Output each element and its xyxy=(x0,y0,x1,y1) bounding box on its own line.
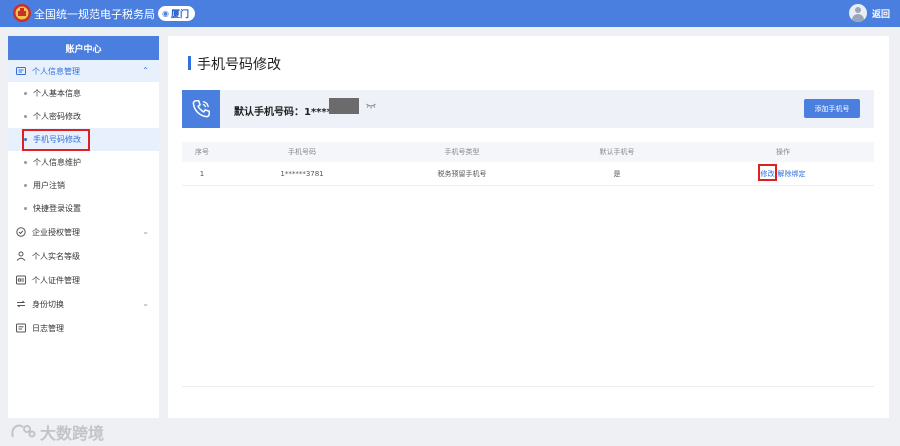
watermark-text: 大数跨境 xyxy=(40,424,105,443)
phone-table: 序号 手机号码 手机号类型 默认手机号 操作 1 1******3781 税务预… xyxy=(182,142,874,186)
main-panel: 手机号码修改 默认手机号码：1***** 添加手机号 序号 手机号码 手机号类型… xyxy=(168,36,889,418)
check-circle-icon xyxy=(16,227,26,237)
sidebar-group-label: 企业授权管理 xyxy=(32,227,80,237)
sidebar-group-label: 个人实名等级 xyxy=(32,251,80,261)
sidebar-item-label: 个人基本信息 xyxy=(33,89,81,98)
sidebar-item-basic-info[interactable]: 个人基本信息 xyxy=(8,82,159,105)
table-row: 1 1******3781 税务预留手机号 是 修改 解除绑定 xyxy=(182,162,874,186)
sidebar-item-deregister[interactable]: 用户注销 xyxy=(8,174,159,197)
sidebar-group-certificate[interactable]: 个人证件管理 xyxy=(8,268,159,292)
bullet-icon xyxy=(24,115,27,118)
operation-links: 修改 解除绑定 xyxy=(757,163,806,181)
table-header: 序号 手机号码 手机号类型 默认手机号 操作 xyxy=(182,142,874,162)
top-bar: 全国统一规范电子税务局 ◉ 厦门 返回 xyxy=(0,0,900,27)
sidebar-group-label: 个人证件管理 xyxy=(32,275,80,285)
sidebar-item-label: 个人信息维护 xyxy=(33,158,81,167)
row-phone: 1******3781 xyxy=(280,169,324,178)
avatar[interactable] xyxy=(849,4,867,22)
default-phone-label: 默认手机号码：1***** xyxy=(234,107,338,118)
sidebar-group-label: 个人信息管理 xyxy=(32,66,80,76)
column-header: 操作 xyxy=(776,148,790,156)
chevron-up-icon: ⌃ xyxy=(142,66,149,75)
phone-icon xyxy=(182,90,220,128)
row-type: 税务预留手机号 xyxy=(437,169,487,178)
sidebar-group-enterprise-auth[interactable]: 企业授权管理 ⌄ xyxy=(8,220,159,244)
row-default: 是 xyxy=(613,169,621,178)
default-phone-card: 默认手机号码：1***** 添加手机号 xyxy=(182,90,874,128)
row-index: 1 xyxy=(199,169,205,178)
sidebar-group-label: 身份切换 xyxy=(32,299,64,309)
sidebar-group-realname-level[interactable]: 个人实名等级 xyxy=(8,244,159,268)
column-header: 序号 xyxy=(195,148,209,156)
highlight-box xyxy=(22,129,90,151)
site-title: 全国统一规范电子税务局 xyxy=(34,8,155,21)
avatar-body-icon xyxy=(852,14,864,22)
city-label: 厦门 xyxy=(170,10,189,20)
sidebar: 账户中心 个人信息管理 ⌃ 个人基本信息 个人密码修改 手机号码修改 个人信息维… xyxy=(8,36,159,418)
column-header: 手机号类型 xyxy=(444,148,480,156)
sidebar-item-phone-modify[interactable]: 手机号码修改 xyxy=(8,128,159,151)
column-header: 默认手机号 xyxy=(599,148,635,156)
bullet-icon xyxy=(24,161,27,164)
sidebar-item-label: 快捷登录设置 xyxy=(33,204,81,213)
sidebar-item-password[interactable]: 个人密码修改 xyxy=(8,105,159,128)
bullet-icon xyxy=(24,207,27,210)
unbind-link[interactable]: 解除绑定 xyxy=(778,169,806,179)
return-link[interactable]: 返回 xyxy=(872,7,890,20)
switch-icon xyxy=(16,299,26,309)
add-phone-button[interactable]: 添加手机号 xyxy=(804,99,860,118)
highlight-box xyxy=(757,163,777,181)
chevron-down-icon: ⌄ xyxy=(142,227,149,236)
masked-phone-block xyxy=(329,98,359,114)
sidebar-item-label: 个人密码修改 xyxy=(33,112,81,121)
sidebar-group-label: 日志管理 xyxy=(32,323,64,333)
eye-closed-icon[interactable] xyxy=(366,103,376,109)
location-pin-icon: ◉ xyxy=(162,9,169,18)
divider xyxy=(182,386,874,387)
id-card-icon xyxy=(16,66,26,76)
watermark: 大数跨境 xyxy=(10,420,104,444)
city-selector[interactable]: ◉ 厦门 xyxy=(158,6,195,21)
tax-bureau-logo-icon xyxy=(13,4,31,22)
sidebar-group-log[interactable]: 日志管理 xyxy=(8,316,159,340)
bullet-icon xyxy=(24,92,27,95)
bullet-icon xyxy=(24,184,27,187)
sidebar-item-label: 用户注销 xyxy=(33,181,65,190)
sidebar-item-info-maintain[interactable]: 个人信息维护 xyxy=(8,151,159,174)
sidebar-group-personal-info[interactable]: 个人信息管理 ⌃ xyxy=(8,60,159,82)
sidebar-group-identity-switch[interactable]: 身份切换 ⌄ xyxy=(8,292,159,316)
log-icon xyxy=(16,323,26,333)
column-header: 手机号码 xyxy=(288,148,316,156)
avatar-head-icon xyxy=(855,7,861,13)
watermark-logo-icon xyxy=(11,424,36,438)
user-icon xyxy=(16,251,26,261)
certificate-icon xyxy=(16,275,26,285)
chevron-down-icon: ⌄ xyxy=(142,299,149,308)
row-operations: 修改 解除绑定 xyxy=(692,163,874,181)
sidebar-header: 账户中心 xyxy=(8,36,159,60)
sidebar-item-quick-login[interactable]: 快捷登录设置 xyxy=(8,197,159,220)
page-title: 手机号码修改 xyxy=(188,54,281,74)
